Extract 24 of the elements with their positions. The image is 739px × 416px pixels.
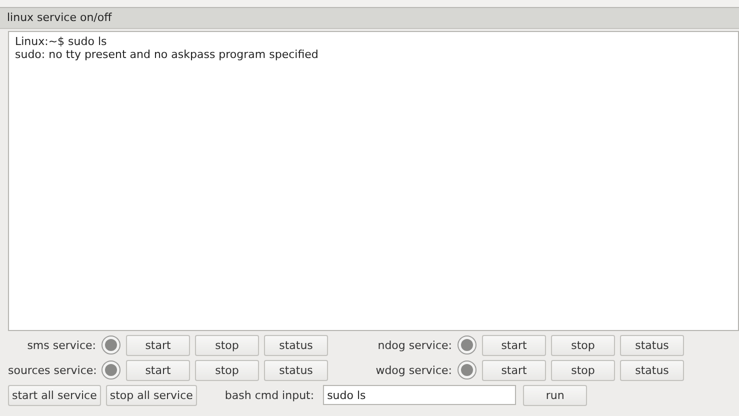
console-line: sudo: no tty present and no askpass program specified [15,48,320,61]
run-button[interactable]: run [523,384,588,406]
start-all-button[interactable]: start all service [8,384,101,406]
service-button[interactable]: start [126,360,190,380]
service-label: sms service: [26,338,96,352]
service-button[interactable]: start [482,360,546,380]
cmd-input-field[interactable]: sudo ls [323,385,516,405]
service-button[interactable]: status [264,334,328,356]
cmd-label: bash cmd input: [224,388,314,402]
service-button[interactable]: stop [551,360,615,380]
service-label: sources service: [8,364,96,376]
service-button[interactable]: stop [195,360,259,380]
service-label: wdog service: [374,364,452,376]
service-button[interactable]: status [264,360,328,380]
service-button[interactable]: stop [195,334,259,356]
service-button[interactable]: start [482,334,546,356]
console-line: Linux:~$ sudo ls [15,35,108,48]
service-button[interactable]: stop [551,334,615,356]
panel-title: linux service on/off [0,8,739,29]
service-button[interactable]: start [126,334,190,356]
service-button[interactable]: status [620,334,684,356]
service-button[interactable]: status [620,360,684,380]
stop-all-button[interactable]: stop all service [106,384,197,406]
service-label: ndog service: [376,338,452,352]
